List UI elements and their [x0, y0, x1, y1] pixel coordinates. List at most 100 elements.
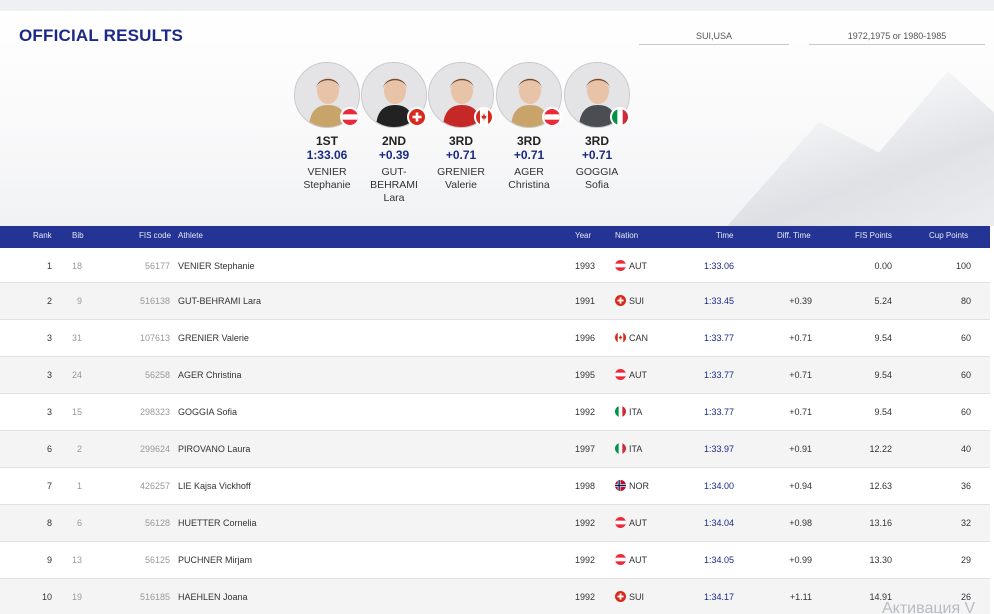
- table-row[interactable]: 3 31 107613 GRENIER Valerie 1996 CAN 1:3…: [0, 320, 994, 357]
- cell-fis-code: 516185: [139, 592, 170, 602]
- col-bib[interactable]: Bib: [72, 226, 84, 246]
- cell-bib: 24: [71, 370, 82, 380]
- nation-flag-icon: [542, 107, 562, 127]
- cell-athlete[interactable]: GOGGIA Sofia: [178, 394, 237, 430]
- cell-athlete[interactable]: PIROVANO Laura: [178, 431, 250, 467]
- cell-nation: SUI: [615, 579, 644, 614]
- table-row[interactable]: 3 15 298323 GOGGIA Sofia 1992 ITA 1:33.7…: [0, 394, 994, 431]
- podium: 1ST 1:33.06 VENIER Stephanie 2ND +0.39 G…: [292, 62, 632, 222]
- cell-nation: CAN: [615, 320, 648, 356]
- cell-cup-points: 40: [960, 444, 971, 454]
- cell-time: 1:33.45: [703, 296, 734, 306]
- podium-athlete[interactable]: 3RD +0.71 GRENIER Valerie: [428, 62, 494, 192]
- cell-cup-points: 32: [960, 518, 971, 528]
- cell-fis-points: 12.22: [869, 444, 892, 454]
- cell-diff-time: +0.99: [789, 555, 812, 565]
- cell-athlete[interactable]: HAEHLEN Joana: [178, 579, 248, 614]
- results-hero: OFFICIAL RESULTS SUI,USA 1972,1975 or 19…: [0, 11, 994, 226]
- cell-nation: AUT: [615, 505, 647, 541]
- cell-year: 1996: [575, 333, 596, 343]
- podium-first-name: Valerie: [445, 179, 477, 191]
- cell-fis-points: 9.54: [874, 407, 892, 417]
- col-rank[interactable]: Rank: [33, 226, 52, 246]
- nation-flag-icon: [615, 480, 626, 492]
- nation-code: SUI: [629, 296, 645, 306]
- col-year[interactable]: Year: [575, 226, 591, 246]
- cell-fis-code: 516138: [139, 296, 170, 306]
- table-row[interactable]: 10 19 516185 HAEHLEN Joana 1992 SUI 1:34…: [0, 579, 994, 614]
- cell-fis-code: 298323: [139, 407, 170, 417]
- podium-time: +0.71: [513, 148, 545, 162]
- nation-flag-icon: [615, 406, 626, 418]
- podium-first-name: Lara: [383, 192, 405, 204]
- cell-fis-points: 0.00: [874, 261, 892, 271]
- cell-fis-points: 13.16: [869, 518, 892, 528]
- cell-nation: SUI: [615, 283, 644, 319]
- season-filter[interactable]: 1972,1975 or 1980-1985: [809, 29, 985, 45]
- nation-flag-icon: [615, 554, 626, 566]
- col-nation[interactable]: Nation: [615, 226, 638, 246]
- nation-code: CAN: [629, 333, 649, 343]
- cell-athlete[interactable]: LIE Kajsa Vickhoff: [178, 468, 251, 504]
- cell-time: 1:33.77: [703, 407, 734, 417]
- nation-code: SUI: [629, 592, 645, 602]
- page-title: OFFICIAL RESULTS: [19, 26, 184, 45]
- cell-athlete[interactable]: VENIER Stephanie: [178, 248, 255, 284]
- nation-code: ITA: [629, 444, 643, 454]
- cell-year: 1995: [575, 370, 596, 380]
- cell-rank: 7: [46, 481, 52, 491]
- cell-rank: 3: [46, 407, 52, 417]
- cell-fis-points: 13.30: [869, 555, 892, 565]
- cell-year: 1992: [575, 555, 596, 565]
- nation-code: ITA: [629, 407, 643, 417]
- nation-filter[interactable]: SUI,USA: [639, 29, 789, 45]
- cell-athlete[interactable]: PUCHNER Mirjam: [178, 542, 252, 578]
- cell-rank: 6: [46, 444, 52, 454]
- cell-diff-time: +0.98: [789, 518, 812, 528]
- table-row[interactable]: 8 6 56128 HUETTER Cornelia 1992 AUT 1:34…: [0, 505, 994, 542]
- podium-rank: 3RD: [516, 134, 541, 148]
- col-athlete[interactable]: Athlete: [178, 226, 203, 246]
- cell-athlete[interactable]: HUETTER Cornelia: [178, 505, 257, 541]
- activation-watermark: Активация V: [882, 600, 976, 614]
- cell-rank: 3: [46, 370, 52, 380]
- podium-rank: 3RD: [448, 134, 473, 148]
- table-row[interactable]: 3 24 56258 AGER Christina 1995 AUT 1:33.…: [0, 357, 994, 394]
- cell-time: 1:34.17: [703, 592, 734, 602]
- podium-last-name: GUT- BEHRAMI: [370, 166, 418, 191]
- cell-cup-points: 60: [960, 407, 971, 417]
- nation-flag-icon: [615, 517, 626, 529]
- cell-athlete[interactable]: AGER Christina: [178, 357, 242, 393]
- cell-diff-time: +0.71: [789, 407, 812, 417]
- table-row[interactable]: 7 1 426257 LIE Kajsa Vickhoff 1998 NOR 1…: [0, 468, 994, 505]
- cell-bib: 2: [76, 444, 82, 454]
- podium-athlete[interactable]: 2ND +0.39 GUT- BEHRAMI Lara: [361, 62, 427, 205]
- podium-athlete[interactable]: 3RD +0.71 AGER Christina: [496, 62, 562, 192]
- cell-athlete[interactable]: GRENIER Valerie: [178, 320, 249, 356]
- table-row[interactable]: 1 18 56177 VENIER Stephanie 1993 AUT 1:3…: [0, 246, 994, 283]
- cell-rank: 1: [46, 261, 52, 271]
- nation-flag-icon: [407, 107, 427, 127]
- col-fis-code[interactable]: FIS code: [139, 226, 171, 246]
- table-row[interactable]: 2 9 516138 GUT-BEHRAMI Lara 1991 SUI 1:3…: [0, 283, 994, 320]
- cell-athlete[interactable]: GUT-BEHRAMI Lara: [178, 283, 261, 319]
- col-cup-points[interactable]: Cup Points: [929, 226, 968, 246]
- podium-athlete[interactable]: 3RD +0.71 GOGGIA Sofia: [564, 62, 630, 192]
- table-row[interactable]: 9 13 56125 PUCHNER Mirjam 1992 AUT 1:34.…: [0, 542, 994, 579]
- podium-rank: 2ND: [381, 134, 406, 148]
- cell-year: 1991: [575, 296, 596, 306]
- col-time[interactable]: Time: [716, 226, 733, 246]
- nation-code: AUT: [629, 261, 647, 271]
- cell-rank: 8: [46, 518, 52, 528]
- podium-last-name: VENIER: [307, 166, 347, 178]
- cell-rank: 2: [46, 296, 52, 306]
- cell-nation: AUT: [615, 357, 647, 393]
- table-row[interactable]: 6 2 299624 PIROVANO Laura 1997 ITA 1:33.…: [0, 431, 994, 468]
- cell-year: 1992: [575, 592, 596, 602]
- cell-nation: ITA: [615, 431, 642, 467]
- podium-athlete[interactable]: 1ST 1:33.06 VENIER Stephanie: [294, 62, 360, 192]
- cell-time: 1:34.00: [703, 481, 734, 491]
- col-fis-points[interactable]: FIS Points: [855, 226, 892, 246]
- col-diff-time[interactable]: Diff. Time: [777, 226, 811, 246]
- cell-time: 1:33.77: [703, 370, 734, 380]
